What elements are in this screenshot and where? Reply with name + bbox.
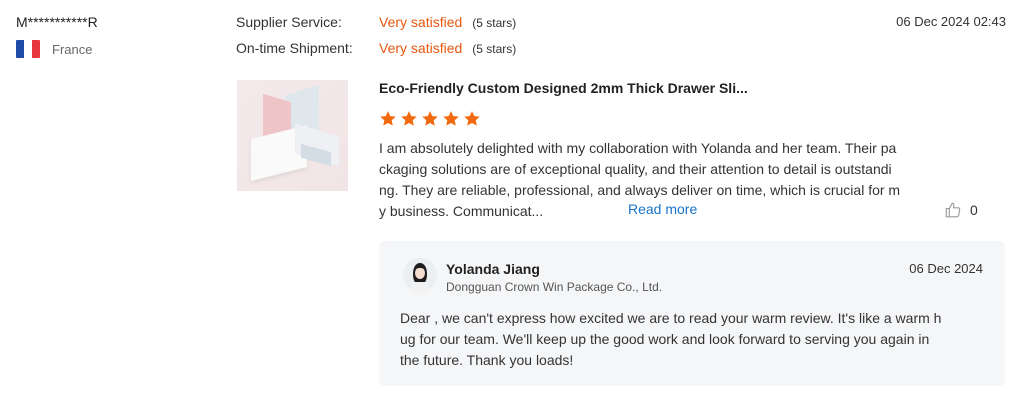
reviewer-name: M***********R [16, 14, 98, 30]
product-thumbnail[interactable] [237, 80, 348, 191]
reply-date: 06 Dec 2024 [909, 261, 983, 276]
star-icon [380, 111, 396, 126]
rating-label: Supplier Service: [236, 14, 342, 30]
france-flag-icon [16, 40, 40, 58]
supplier-reply-card: Yolanda Jiang Dongguan Crown Win Package… [379, 241, 1005, 386]
reply-line: the future. Thank you loads! [400, 352, 574, 368]
review-line: ckaging solutions are of exceptional qua… [379, 161, 892, 177]
read-more-link[interactable]: Read more [628, 201, 697, 217]
rating-label: On-time Shipment: [236, 40, 353, 56]
like-count: 0 [970, 202, 978, 218]
avatar [403, 258, 437, 292]
review-line: I am absolutely delighted with my collab… [379, 140, 897, 156]
rating-value: Very satisfied [379, 14, 463, 30]
star-icon [464, 111, 480, 126]
reviewer-country: France [16, 40, 92, 58]
like-button[interactable]: 0 [944, 201, 978, 219]
product-title-link[interactable]: Eco-Friendly Custom Designed 2mm Thick D… [379, 80, 748, 96]
star-icon [443, 111, 459, 126]
product-star-rating [379, 110, 481, 128]
thumbs-up-icon [945, 202, 961, 218]
rating-stars-text: (5 stars) [472, 42, 517, 56]
reply-line: Dear , we can't express how excited we a… [400, 310, 942, 326]
review-line: ng. They are reliable, professional, and… [379, 182, 901, 198]
review-date: 06 Dec 2024 02:43 [896, 14, 1006, 29]
star-icon [401, 111, 417, 126]
star-icon [422, 111, 438, 126]
rating-value: Very satisfied [379, 40, 463, 56]
reply-company: Dongguan Crown Win Package Co., Ltd. [446, 280, 663, 294]
rating-ontime-shipment: On-time Shipment: Very satisfied (5 star… [236, 40, 516, 56]
country-name: France [52, 41, 93, 57]
rating-supplier-service: Supplier Service: Very satisfied (5 star… [236, 14, 516, 30]
reply-line: ug for our team. We'll keep up the good … [400, 331, 930, 347]
reply-text: Dear , we can't express how excited we a… [400, 308, 984, 371]
reply-author-name: Yolanda Jiang [446, 261, 540, 277]
rating-stars-text: (5 stars) [472, 16, 517, 30]
